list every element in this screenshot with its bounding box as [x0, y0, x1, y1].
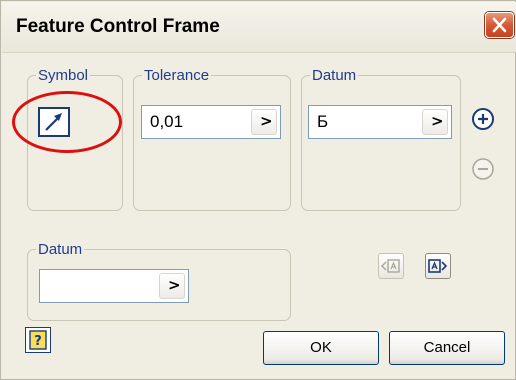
- datum-right-icon: [428, 259, 448, 273]
- plus-circle-icon[interactable]: [471, 107, 495, 131]
- datum-group: Datum: [301, 67, 461, 211]
- datum-arrow-button[interactable]: >: [422, 109, 448, 135]
- close-button[interactable]: [485, 12, 514, 38]
- tolerance-arrow-button[interactable]: >: [251, 109, 277, 135]
- dialog-title: Feature Control Frame: [16, 16, 220, 37]
- runout-arrow-icon: [45, 113, 62, 131]
- symbol-button[interactable]: [38, 107, 70, 137]
- datum-legend: Datum: [312, 67, 357, 84]
- close-x-icon: [492, 17, 507, 33]
- datum-lower-field[interactable]: >: [39, 269, 189, 303]
- datum-lower-arrow-button[interactable]: >: [159, 273, 185, 299]
- tolerance-field[interactable]: 0,01 >: [141, 105, 281, 139]
- chevron-right-icon: >: [260, 112, 273, 130]
- datum-value: Б: [317, 112, 329, 131]
- tolerance-group: Tolerance: [133, 67, 291, 211]
- chevron-right-icon: >: [168, 276, 181, 294]
- tolerance-legend: Tolerance: [144, 67, 210, 84]
- ok-button[interactable]: OK: [263, 331, 379, 365]
- datum-right-button[interactable]: [425, 253, 451, 279]
- symbol-group: Symbol: [27, 67, 123, 211]
- cancel-button[interactable]: Cancel: [389, 331, 505, 365]
- svg-text:?: ?: [34, 334, 42, 349]
- title-bar[interactable]: Feature Control Frame: [2, 2, 516, 53]
- symbol-legend: Symbol: [38, 67, 89, 84]
- minus-circle-icon[interactable]: [471, 157, 495, 181]
- datum-lower-legend: Datum: [38, 241, 83, 258]
- datum-field[interactable]: Б >: [308, 105, 452, 139]
- chevron-right-icon: >: [431, 112, 444, 130]
- datum-left-icon: [381, 259, 400, 273]
- help-button[interactable]: ?: [25, 327, 51, 353]
- feature-control-frame-dialog: Feature Control Frame Symbol Tolerance 0…: [0, 0, 516, 380]
- datum-left-button[interactable]: [378, 253, 404, 279]
- help-icon: ?: [29, 330, 47, 350]
- tolerance-value: 0,01: [150, 112, 184, 131]
